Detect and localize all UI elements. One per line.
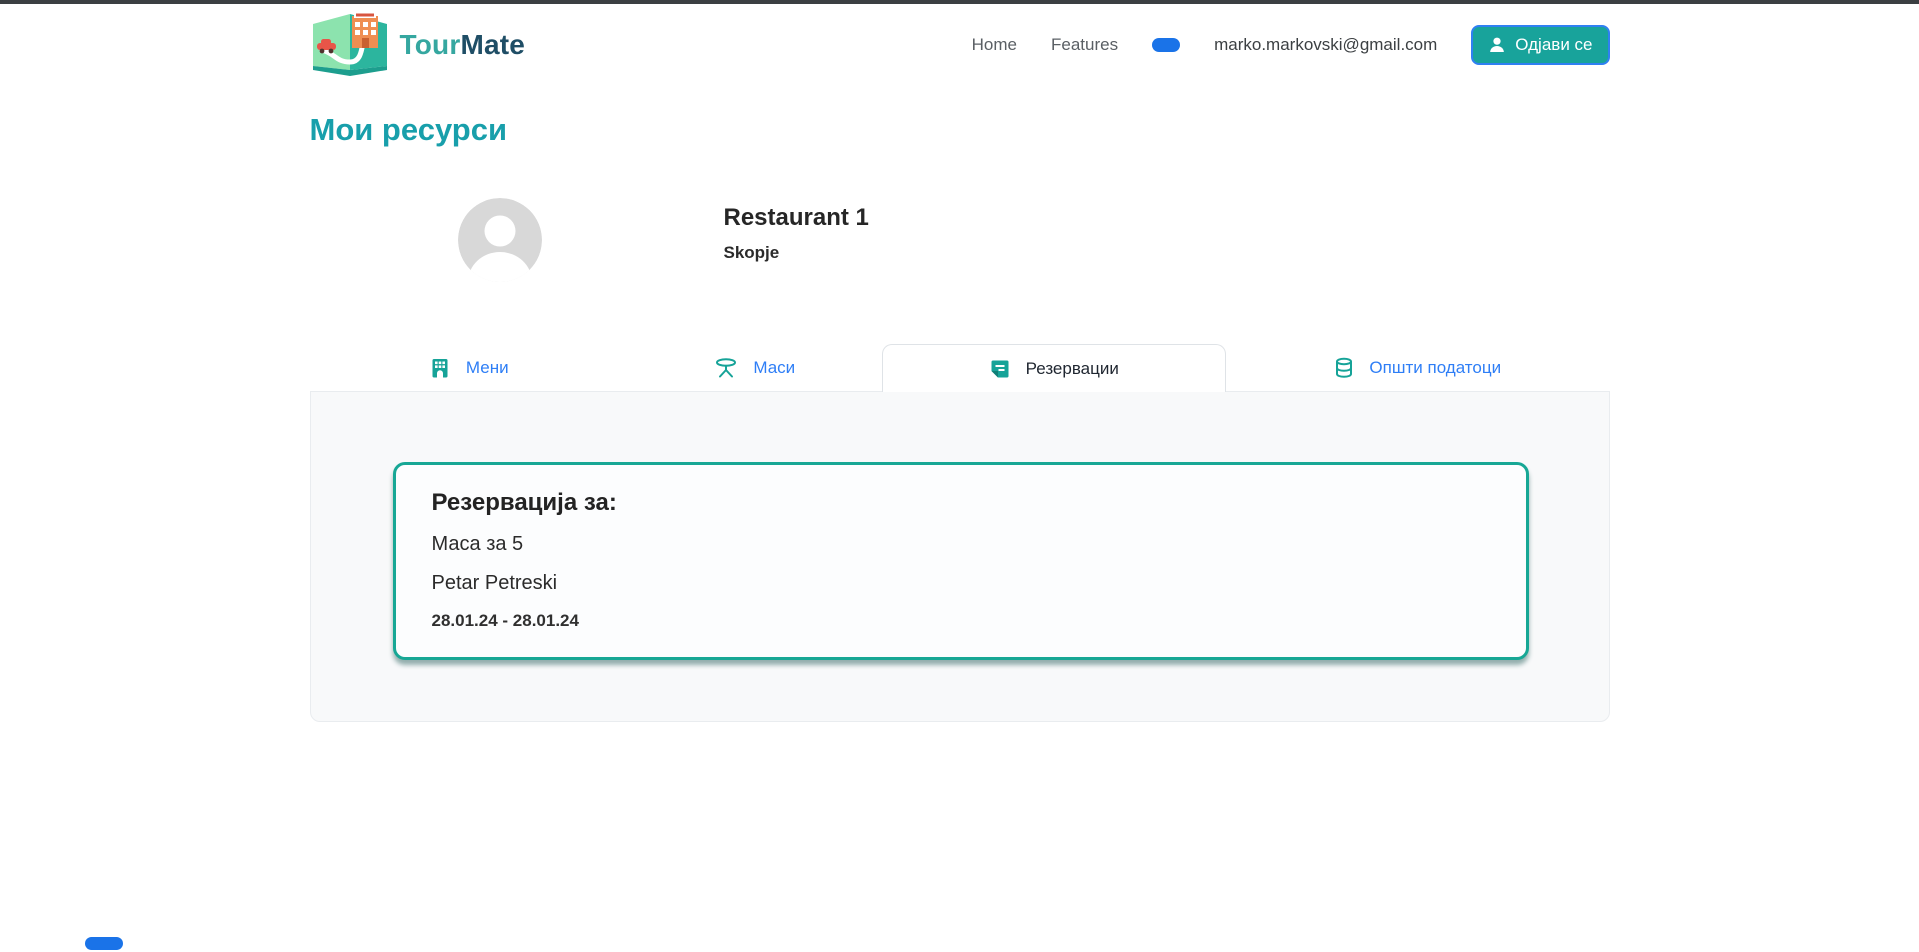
tourmate-map-logo-icon [310,10,390,81]
reservation-card-title: Резервација за: [432,489,1490,517]
brand-name: TourMate [400,29,526,61]
tab-label: Општи податоци [1369,358,1501,378]
tab-general-data[interactable]: Општи податоци [1226,344,1610,391]
tab-label: Маси [753,358,795,378]
resource-name: Restaurant 1 [724,204,869,232]
tab-label: Резервации [1026,359,1119,379]
resource-profile: Restaurant 1 Skopje [310,198,1610,282]
reservations-panel: Резервација за: Маса за 5 Petar Petreski… [310,391,1610,722]
note-icon [989,358,1011,380]
table-icon [714,357,738,379]
page-title: Мои ресурси [310,112,1610,148]
reservation-card: Резервација за: Маса за 5 Petar Petreski… [393,462,1529,660]
tab-menu[interactable]: Мени [310,344,629,391]
page-bottom-pill [85,937,123,950]
avatar [458,198,542,282]
header-nav: Home Features marko.markovski@gmail.com … [972,25,1610,65]
logo-hotel-building [352,12,378,48]
nav-link-home[interactable]: Home [972,35,1017,55]
user-email: marko.markovski@gmail.com [1214,35,1437,55]
reservation-table: Маса за 5 [432,533,1490,556]
resource-tabs-section: Мени Маси Резе [310,344,1610,722]
database-icon [1334,357,1354,379]
logout-label: Одјави се [1515,35,1592,55]
logout-button[interactable]: Одјави се [1471,25,1609,65]
nav-link-features[interactable]: Features [1051,35,1118,55]
brand-logo[interactable]: TourMate [310,10,526,81]
tab-label: Мени [466,358,509,378]
reservation-guest: Petar Petreski [432,572,1490,595]
profile-info: Restaurant 1 Skopje [724,198,869,263]
building-icon [429,357,451,379]
header: TourMate Home Features marko.markovski@g… [310,0,1610,78]
reservation-dates: 28.01.24 - 28.01.24 [432,611,1490,631]
tab-reservations[interactable]: Резервации [882,344,1227,392]
nav-pill-toggle[interactable] [1152,38,1180,52]
window-top-edge [0,0,1919,4]
tab-list: Мени Маси Резе [310,344,1610,391]
user-icon [1488,36,1506,54]
resource-city: Skopje [724,243,869,263]
tab-tables[interactable]: Маси [628,344,882,391]
